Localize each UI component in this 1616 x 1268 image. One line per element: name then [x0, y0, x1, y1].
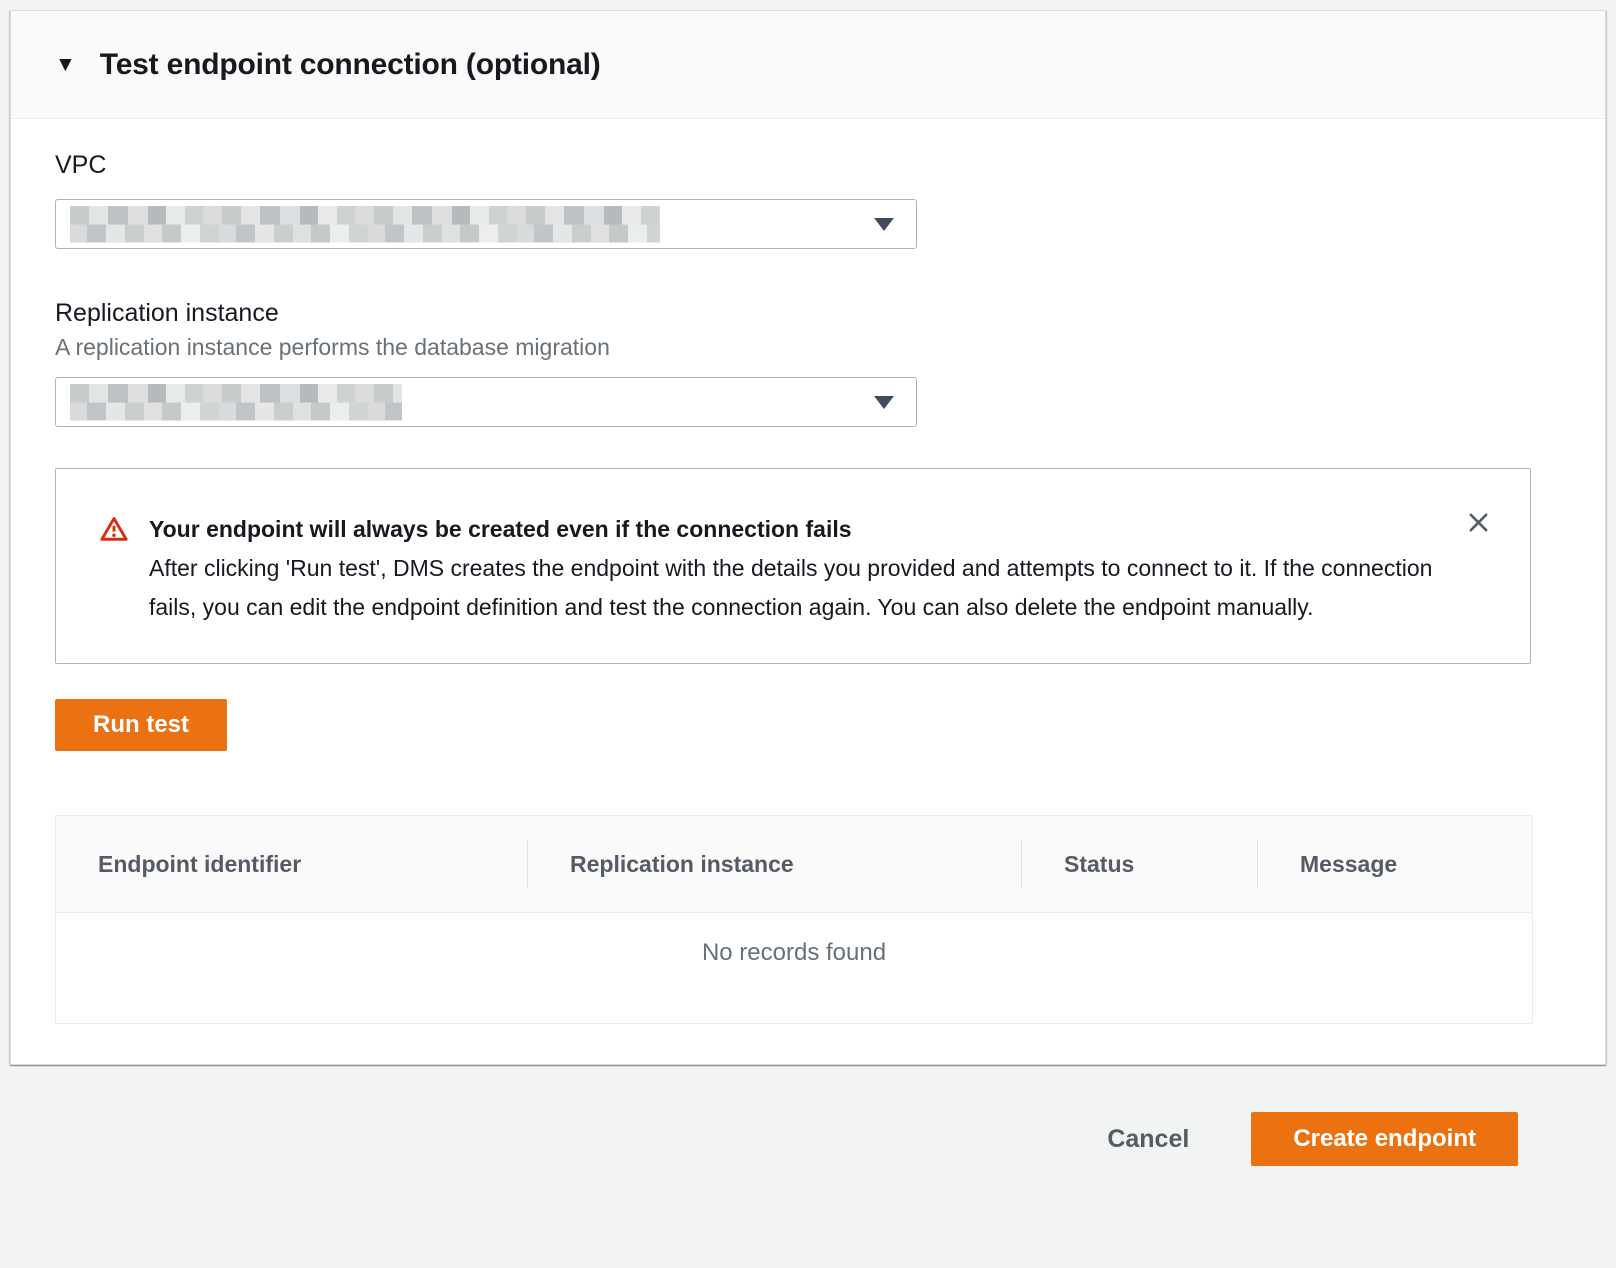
warning-body: After clicking 'Run test', DMS creates t… — [149, 549, 1440, 627]
empty-state-message: No records found — [56, 913, 1532, 1023]
create-endpoint-button[interactable]: Create endpoint — [1251, 1112, 1518, 1166]
close-icon[interactable] — [1461, 505, 1496, 540]
run-test-button[interactable]: Run test — [55, 699, 227, 751]
column-header-label: Replication instance — [570, 851, 794, 878]
replication-instance-label: Replication instance — [55, 298, 1561, 328]
column-header-replication-instance: Replication instance — [528, 816, 1022, 912]
column-header-endpoint-identifier: Endpoint identifier — [56, 816, 528, 912]
collapse-triangle-icon: ▼ — [55, 54, 76, 75]
replication-instance-selected-value-redacted — [70, 384, 402, 421]
warning-triangle-icon — [100, 516, 128, 547]
chevron-down-icon — [874, 396, 894, 409]
panel-header[interactable]: ▼ Test endpoint connection (optional) — [11, 11, 1605, 119]
page: ▼ Test endpoint connection (optional) VP… — [0, 10, 1616, 1213]
warning-banner: Your endpoint will always be created eve… — [55, 468, 1531, 664]
panel-title: Test endpoint connection (optional) — [100, 48, 601, 82]
replication-instance-description: A replication instance performs the data… — [55, 333, 1561, 362]
vpc-select[interactable] — [55, 199, 917, 249]
vpc-label: VPC — [55, 150, 1561, 180]
vpc-field: VPC — [55, 150, 1561, 249]
test-endpoint-panel: ▼ Test endpoint connection (optional) VP… — [10, 10, 1606, 1065]
column-header-status: Status — [1022, 816, 1258, 912]
column-header-label: Endpoint identifier — [98, 851, 301, 878]
panel-body: VPC Replication instance A replication i… — [11, 119, 1605, 1064]
cancel-button[interactable]: Cancel — [1107, 1125, 1189, 1154]
warning-text: Your endpoint will always be created eve… — [149, 510, 1440, 627]
vpc-selected-value-redacted — [70, 206, 660, 243]
column-header-label: Status — [1064, 851, 1134, 878]
column-header-message: Message — [1258, 816, 1532, 912]
replication-instance-select[interactable] — [55, 377, 917, 427]
warning-title: Your endpoint will always be created eve… — [149, 510, 1440, 549]
page-footer: Cancel Create endpoint — [0, 1065, 1616, 1213]
column-header-label: Message — [1300, 851, 1397, 878]
chevron-down-icon — [874, 218, 894, 231]
test-results-table: Endpoint identifier Replication instance… — [55, 815, 1533, 1024]
replication-instance-field: Replication instance A replication insta… — [55, 298, 1561, 427]
table-header-row: Endpoint identifier Replication instance… — [56, 816, 1532, 913]
